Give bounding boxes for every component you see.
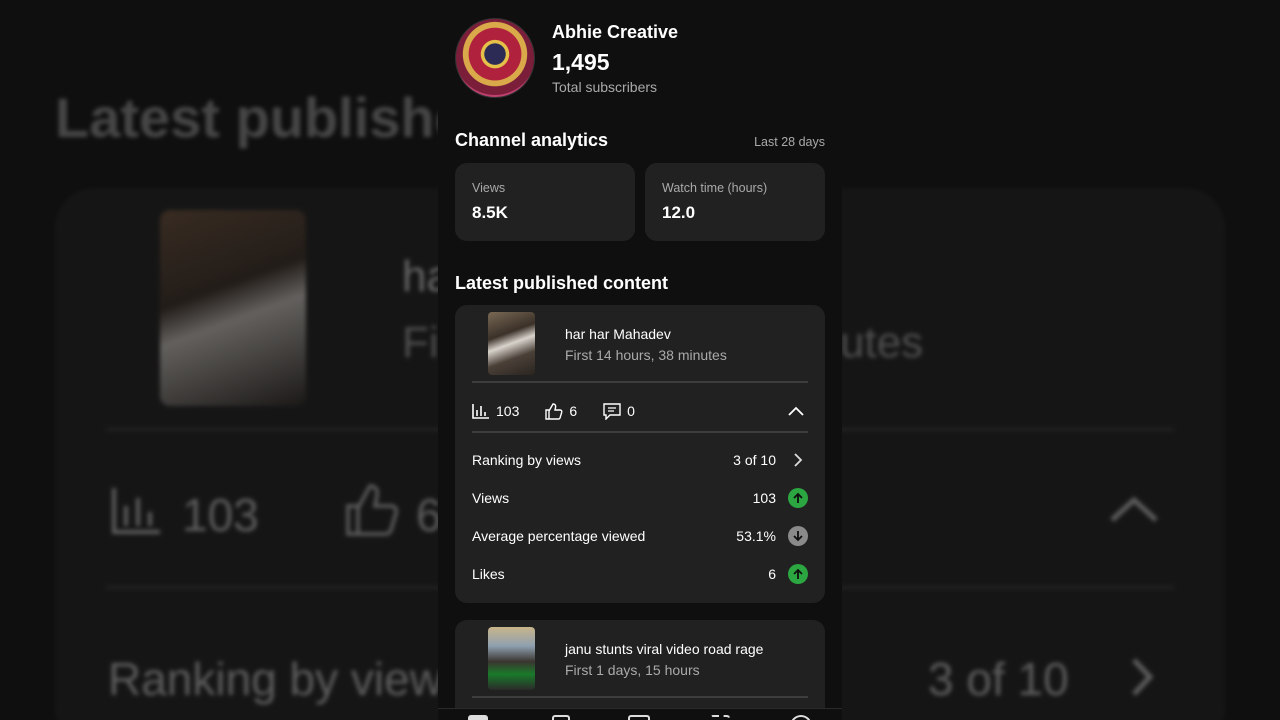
studio-panel: Abhie Creative 1,495 Total subscribers C… xyxy=(438,0,842,720)
comments-icon[interactable] xyxy=(710,715,730,720)
ranking-label: Ranking by views xyxy=(472,452,581,468)
divider xyxy=(472,696,808,698)
earn-icon[interactable] xyxy=(790,715,812,720)
metric-label: Views xyxy=(472,490,510,506)
bg-title: Latest publishe xyxy=(55,86,466,149)
metric-value: 6 xyxy=(768,566,776,582)
watch-time-value: 12.0 xyxy=(662,203,696,222)
video-likes: 6 xyxy=(569,403,578,419)
metric-row: Average percentage viewed 53.1% xyxy=(472,524,808,548)
bar-chart-icon xyxy=(472,404,489,419)
metric-value: 53.1% xyxy=(736,528,776,544)
metric-label: Average percentage viewed xyxy=(472,528,646,544)
video-title: har har Mahadev xyxy=(565,326,671,342)
analytics-period: Last 28 days xyxy=(754,135,825,149)
views-value: 8.5K xyxy=(472,203,508,222)
metric-row: Likes 6 xyxy=(472,562,808,586)
metric-row: Views 103 xyxy=(472,486,808,510)
analytics-icon[interactable] xyxy=(628,715,650,720)
bg-ranking-value: 3 of 10 xyxy=(928,653,1069,705)
dashboard-icon[interactable] xyxy=(468,715,488,720)
bg-chart-icon xyxy=(112,488,160,534)
subscriber-count: 1,495 xyxy=(552,48,610,75)
video-thumbnail[interactable] xyxy=(488,312,535,375)
bg-video-sub: Fi xyxy=(402,318,439,367)
views-label: Views xyxy=(472,181,506,195)
bg-chevron-up-icon xyxy=(1110,496,1158,522)
ranking-row[interactable]: Ranking by views 3 of 10 xyxy=(472,448,808,472)
metric-label: Likes xyxy=(472,566,505,582)
bg-video-sub-end: utes xyxy=(840,318,924,367)
video-comments: 0 xyxy=(627,403,635,419)
video-card: har har Mahadev First 14 hours, 38 minut… xyxy=(455,305,825,603)
latest-header: Latest published content xyxy=(455,273,825,294)
arrow-up-icon xyxy=(788,564,808,584)
watch-time-label: Watch time (hours) xyxy=(662,181,768,195)
subscriber-label: Total subscribers xyxy=(552,78,658,95)
channel-avatar[interactable] xyxy=(455,18,535,98)
video-title: janu stunts viral video road rage xyxy=(565,641,764,657)
arrow-up-icon xyxy=(788,488,808,508)
video-views: 103 xyxy=(496,403,520,419)
video-subtitle: First 14 hours, 38 minutes xyxy=(565,347,727,363)
analytics-title: Channel analytics xyxy=(455,130,609,150)
bg-views-count: 103 xyxy=(182,489,259,541)
divider xyxy=(472,381,808,383)
video-card: janu stunts viral video road rage First … xyxy=(455,620,825,720)
video-row[interactable]: har har Mahadev First 14 hours, 38 minut… xyxy=(455,305,825,381)
video-stats-row: 103 6 0 xyxy=(472,399,808,423)
video-thumbnail[interactable] xyxy=(488,627,535,690)
analytics-header: Channel analytics Last 28 days xyxy=(455,130,825,151)
ranking-value: 3 of 10 xyxy=(733,452,776,468)
divider xyxy=(472,431,808,433)
content-icon[interactable] xyxy=(552,715,570,720)
watch-time-stat-card[interactable]: Watch time (hours) 12.0 xyxy=(645,163,825,241)
views-stat-card[interactable]: Views 8.5K xyxy=(455,163,635,241)
channel-name: Abhie Creative xyxy=(552,21,679,42)
chevron-right-icon xyxy=(794,453,803,467)
metric-value: 103 xyxy=(752,490,776,506)
bg-thumbnail xyxy=(160,210,306,406)
video-row[interactable]: janu stunts viral video road rage First … xyxy=(455,620,825,696)
thumbs-up-icon xyxy=(545,402,563,420)
bottom-nav xyxy=(438,708,842,720)
arrow-down-icon xyxy=(788,526,808,546)
video-subtitle: First 1 days, 15 hours xyxy=(565,662,700,678)
comment-icon xyxy=(603,402,621,420)
channel-header: Abhie Creative 1,495 Total subscribers xyxy=(455,18,678,98)
bg-ranking-label: Ranking by views xyxy=(108,653,466,705)
bg-chevron-right-icon xyxy=(1132,658,1154,696)
chevron-up-icon[interactable] xyxy=(788,406,804,416)
bg-like-icon xyxy=(346,484,398,536)
latest-title: Latest published content xyxy=(455,273,669,293)
